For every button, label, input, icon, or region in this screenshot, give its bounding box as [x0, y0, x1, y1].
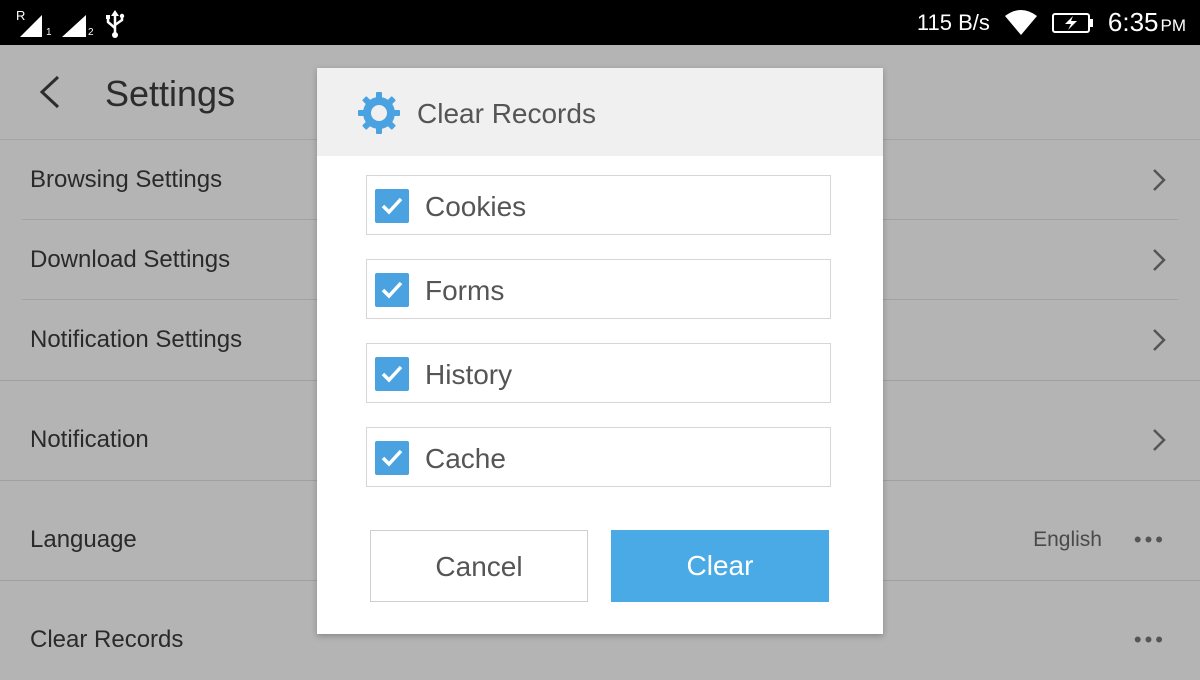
- option-label: Cache: [425, 443, 506, 474]
- checkmark-icon: [381, 281, 403, 299]
- settings-item-label: Clear Records: [30, 626, 184, 653]
- option-label: Forms: [425, 275, 505, 306]
- checkmark-icon: [381, 365, 403, 383]
- gear-icon: [358, 92, 400, 134]
- sim2-number: 2: [88, 27, 94, 38]
- checkbox-forms[interactable]: [375, 273, 409, 307]
- dialog-title: Clear Records: [417, 98, 596, 129]
- checkmark-icon: [381, 449, 403, 467]
- option-history[interactable]: History: [366, 343, 831, 403]
- usb-icon: [106, 10, 125, 38]
- clear-records-dialog: Clear Records Cookies Forms History Cach…: [317, 68, 883, 634]
- settings-item-label: Browsing Settings: [30, 166, 223, 193]
- clock: 6:35 PM: [1108, 7, 1186, 38]
- page-title: Settings: [105, 73, 236, 114]
- chevron-right-icon: [1153, 429, 1166, 451]
- signal-icon-sim2: 2: [60, 10, 94, 38]
- chevron-right-icon: [1153, 249, 1166, 271]
- checkbox-cookies[interactable]: [375, 189, 409, 223]
- option-cookies[interactable]: Cookies: [366, 175, 831, 235]
- clock-ampm: PM: [1160, 16, 1187, 35]
- option-cache[interactable]: Cache: [366, 427, 831, 487]
- status-right: 115 B/s 6:35 PM: [917, 0, 1186, 45]
- sim1-number: 1: [46, 27, 52, 38]
- cancel-button[interactable]: Cancel: [370, 530, 588, 602]
- chevron-right-icon: [1153, 329, 1166, 351]
- option-label: History: [425, 359, 513, 390]
- no-data-indicator: !: [38, 20, 43, 36]
- checkmark-icon: [381, 197, 403, 215]
- clear-button[interactable]: Clear: [611, 530, 829, 602]
- checkbox-history[interactable]: [375, 357, 409, 391]
- more-dots-icon: •••: [1133, 527, 1166, 552]
- settings-item-label: Notification: [30, 426, 149, 453]
- settings-item-label: Download Settings: [30, 246, 231, 273]
- clock-time: 6:35: [1107, 7, 1159, 37]
- settings-item-label: Notification Settings: [30, 326, 243, 353]
- back-icon[interactable]: [36, 75, 66, 109]
- status-bar: R ! 1 2 115 B/s 6:35 PM: [0, 0, 1200, 45]
- option-forms[interactable]: Forms: [366, 259, 831, 319]
- wifi-icon: [1004, 9, 1037, 35]
- more-dots-icon: •••: [1133, 627, 1166, 652]
- status-left-icons: R ! 1 2: [16, 8, 126, 38]
- settings-item-label: Language: [30, 526, 137, 553]
- dialog-header: Clear Records: [317, 68, 883, 156]
- signal-icon-sim1: R ! 1: [16, 8, 52, 38]
- checkbox-cache[interactable]: [375, 441, 409, 475]
- chevron-right-icon: [1153, 169, 1166, 191]
- network-speed: 115 B/s: [916, 9, 990, 35]
- option-label: Cookies: [425, 191, 527, 222]
- language-value: English: [1033, 528, 1102, 551]
- battery-charging-icon: [1051, 12, 1093, 33]
